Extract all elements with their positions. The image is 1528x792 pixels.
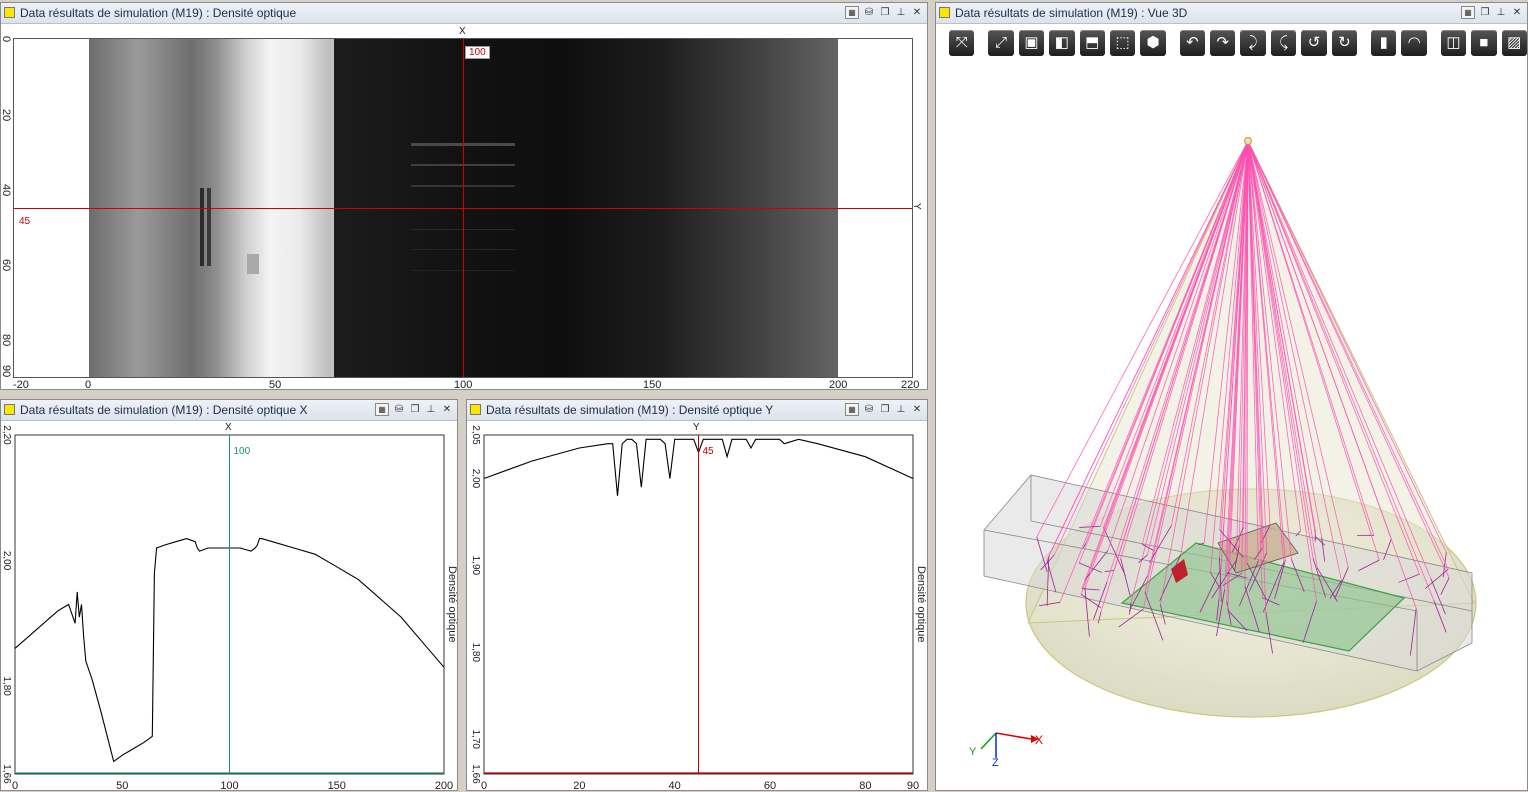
y-tick: 2,20: [1, 425, 12, 445]
y-tick: 20: [0, 109, 12, 122]
cursor-value: 45: [703, 446, 715, 457]
image-feature-square: [247, 254, 259, 274]
rotate-ccw-icon[interactable]: ↺: [1301, 30, 1327, 56]
x-tick: 20: [573, 780, 585, 791]
rotate-down-icon[interactable]: ⤸: [1240, 30, 1266, 56]
profile-x-chart[interactable]: 1000 50 100 150 2002,202,001,801,66: [1, 400, 458, 791]
profile-y-panel: Data résultats de simulation (M19) : Den…: [466, 399, 928, 791]
view3d-panel: Data résultats de simulation (M19) : Vue…: [935, 2, 1528, 791]
x-tick: 60: [764, 780, 776, 791]
y-tick: 60: [0, 259, 12, 272]
close-icon[interactable]: ✕: [1511, 6, 1523, 19]
image-panel-title: Data résultats de simulation (M19) : Den…: [20, 6, 297, 20]
y-tick: 0: [0, 36, 12, 43]
axis-x-label: X: [1035, 733, 1044, 747]
rotate-cw-icon[interactable]: ↻: [1331, 30, 1358, 56]
x-tick: 150: [643, 379, 662, 390]
x-axis-letter: X: [459, 26, 466, 37]
x-tick: 220: [901, 379, 920, 390]
restore-icon[interactable]: ❐: [879, 6, 891, 19]
image-panel-titlebar[interactable]: Data résultats de simulation (M19) : Den…: [1, 3, 927, 24]
x-tick: -20: [13, 379, 29, 390]
view-front-icon[interactable]: ▣: [1018, 30, 1045, 56]
y-tick: 2,00: [1, 551, 12, 571]
x-tick: 80: [859, 780, 871, 791]
x-tick: 200: [829, 379, 848, 390]
x-tick: 100: [220, 780, 238, 791]
grid-toggle-icon[interactable]: ▦: [1461, 6, 1475, 19]
box-solid-icon[interactable]: ■: [1471, 30, 1497, 56]
y-axis-label: Densité optique: [915, 566, 927, 643]
x-tick: 50: [269, 379, 282, 390]
panel-color-icon: [939, 7, 950, 18]
box-outline-icon[interactable]: ◫: [1440, 30, 1467, 56]
axis-triad: [980, 732, 1039, 758]
restore-icon[interactable]: ❐: [1479, 6, 1491, 19]
y-tick: 1,66: [1, 764, 12, 784]
ruler-icon[interactable]: ▮: [1371, 30, 1397, 56]
x-tick: 90: [907, 780, 919, 791]
image-panel: Data résultats de simulation (M19) : Den…: [0, 2, 928, 390]
fit-view-icon[interactable]: ⤢: [988, 30, 1014, 56]
y-tick: 1,90: [470, 556, 481, 576]
grid-toggle-icon[interactable]: ▦: [845, 6, 859, 19]
rotate-left-icon[interactable]: ↶: [1179, 30, 1206, 56]
cursor-horizontal-line[interactable]: [14, 208, 912, 209]
pin-icon[interactable]: ⊥: [1495, 6, 1507, 19]
y-tick: 40: [0, 184, 12, 197]
y-axis-letter: Y: [911, 203, 922, 210]
panel-color-icon: [4, 7, 15, 18]
x-tick: 50: [116, 780, 128, 791]
y-tick: 1,66: [470, 764, 481, 784]
protractor-icon[interactable]: ◠: [1401, 30, 1427, 56]
cursor-x-value: 100: [465, 46, 490, 59]
cursor-value: 100: [234, 446, 251, 457]
close-icon[interactable]: ✕: [911, 6, 923, 19]
database-icon[interactable]: ⛁: [863, 6, 875, 19]
y-axis-label: Densité optique: [446, 566, 458, 643]
image-feature-bar: [200, 188, 204, 266]
x-tick: 200: [435, 780, 453, 791]
rotate-up-icon[interactable]: ⤹: [1270, 30, 1297, 56]
axis-y-label: Y: [969, 746, 977, 758]
y-tick: 1,80: [1, 676, 12, 696]
view-side-icon[interactable]: ◧: [1049, 30, 1075, 56]
view3d-toolbar: ⤧ ⤢ ▣ ◧ ⬒ ⬚ ⬢ ↶ ↷ ⤸ ⤹ ↺ ↻ ▮ ◠ ◫ ■ ▨: [936, 24, 1527, 62]
x-tick: 0: [85, 379, 92, 390]
y-tick: 1,70: [470, 729, 481, 749]
y-tick: 90: [0, 365, 12, 378]
view-iso-icon[interactable]: ⬢: [1140, 30, 1166, 56]
view3d-title: Data résultats de simulation (M19) : Vue…: [955, 6, 1188, 20]
rotate-right-icon[interactable]: ↷: [1210, 30, 1236, 56]
y-tick: 2,00: [470, 469, 481, 489]
axis-z-label: Z: [992, 757, 999, 769]
pin-icon[interactable]: ⊥: [895, 6, 907, 19]
x-tick: 100: [454, 379, 473, 390]
view3d-titlebar[interactable]: Data résultats de simulation (M19) : Vue…: [936, 3, 1527, 24]
hatch-icon[interactable]: ▨: [1501, 30, 1527, 56]
y-tick: 1,80: [470, 643, 481, 663]
source-point: [1244, 137, 1252, 145]
profile-y-chart[interactable]: 450 20 40 60 80 902,052,001,901,801,701,66: [467, 400, 928, 791]
density-image[interactable]: 100 45: [13, 38, 913, 378]
view3d-scene[interactable]: [936, 63, 1528, 791]
x-tick: 40: [669, 780, 681, 791]
view-top-icon[interactable]: ⬒: [1079, 30, 1105, 56]
profile-x-panel: Data résultats de simulation (M19) : Den…: [0, 399, 458, 791]
y-tick: 2,05: [470, 425, 481, 445]
view-wire-icon[interactable]: ⬚: [1109, 30, 1136, 56]
cursor-y-value: 45: [19, 216, 31, 227]
x-tick: 150: [328, 780, 346, 791]
y-tick: 80: [0, 334, 12, 347]
select-tool-icon[interactable]: ⤧: [949, 30, 975, 56]
image-feature-bar: [207, 188, 211, 266]
